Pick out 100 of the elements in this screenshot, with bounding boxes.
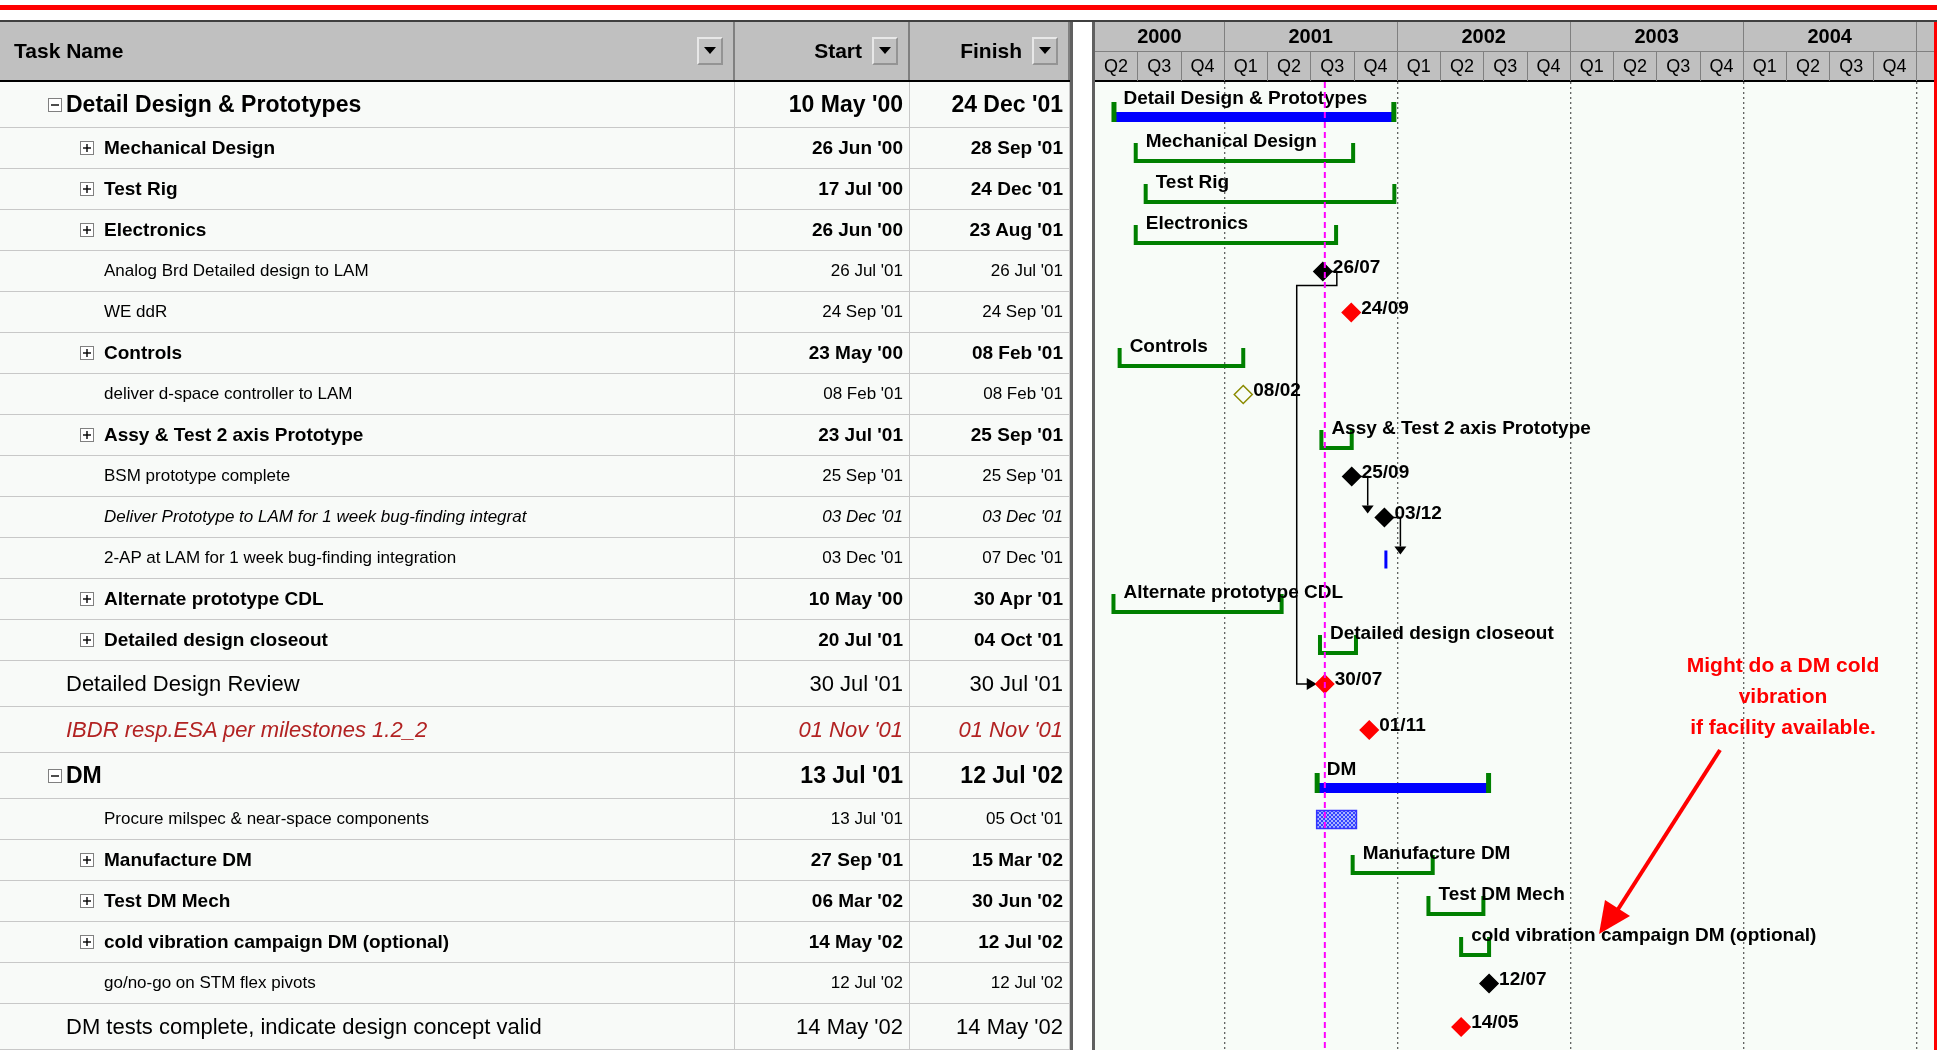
finish-date: 08 Feb '01 <box>983 384 1063 404</box>
finish-date: 23 Aug '01 <box>969 219 1063 241</box>
finish-date: 14 May '02 <box>956 1013 1063 1040</box>
quarter-label: Q1 <box>1406 56 1431 77</box>
expand-icon[interactable] <box>80 935 94 949</box>
task-name: BSM prototype complete <box>104 466 291 486</box>
milestone-label: 25/09 <box>1361 460 1410 482</box>
start-date: 06 Mar '02 <box>811 890 903 912</box>
task-name: Mechanical Design <box>104 137 276 159</box>
caret-icon <box>1039 47 1051 55</box>
year-label: 2002 <box>1461 25 1506 48</box>
task-name: DM <box>66 762 102 789</box>
start-date: 03 Dec '01 <box>822 507 903 527</box>
expand-icon[interactable] <box>80 223 94 237</box>
finish-date: 15 Mar '02 <box>971 849 1063 871</box>
bar-label: Electronics <box>1145 212 1249 233</box>
finish-date: 08 Feb '01 <box>971 342 1063 364</box>
start-date: 24 Sep '01 <box>822 302 903 322</box>
task-name: Detailed design closeout <box>104 629 328 651</box>
task-name: cold vibration campaign DM (optional) <box>104 931 450 953</box>
start-date: 14 May '02 <box>808 931 903 953</box>
quarter-label: Q4 <box>1709 56 1734 77</box>
dropdown-button[interactable] <box>872 37 898 65</box>
finish-date: 24 Dec '01 <box>970 178 1063 200</box>
start-date: 20 Jul '01 <box>818 629 903 651</box>
finish-date: 07 Dec '01 <box>982 548 1063 568</box>
task-name: Electronics <box>104 219 207 241</box>
collapse-icon[interactable] <box>48 97 62 112</box>
task-name: Alternate prototype CDL <box>104 588 324 610</box>
task-name: IBDR resp.ESA per milestones 1.2_2 <box>66 716 428 743</box>
quarter-label: Q2 <box>1450 56 1475 77</box>
expand-icon[interactable] <box>80 141 94 155</box>
expand-icon[interactable] <box>80 592 94 606</box>
start-date: 14 May '02 <box>796 1013 903 1040</box>
start-date: 23 May '00 <box>808 342 903 364</box>
finish-date: 30 Apr '01 <box>973 588 1063 610</box>
start-date: 26 Jul '01 <box>830 261 903 281</box>
task-name: Assy & Test 2 axis Prototype <box>104 424 364 446</box>
bar-label: Detail Design & Prototypes <box>1123 87 1368 108</box>
expand-icon[interactable] <box>80 346 94 360</box>
finish-date: 12 Jul '02 <box>978 931 1063 953</box>
expand-icon[interactable] <box>80 428 94 442</box>
task-name: DM tests complete, indicate design concept valid <box>66 1013 542 1040</box>
collapse-icon[interactable] <box>48 768 62 783</box>
start-date: 23 Jul '01 <box>818 424 903 446</box>
quarter-label: Q4 <box>1363 56 1388 77</box>
finish-date: 04 Oct '01 <box>973 629 1063 651</box>
bar-label: DM <box>1326 758 1357 779</box>
finish-date: 05 Oct '01 <box>986 809 1063 829</box>
start-date: 25 Sep '01 <box>822 466 903 486</box>
year-label: 2003 <box>1634 25 1679 48</box>
task-name: Test DM Mech <box>104 890 231 912</box>
task-name: Manufacture DM <box>104 849 252 871</box>
dropdown-button[interactable] <box>1032 37 1058 65</box>
quarter-label: Q2 <box>1277 56 1302 77</box>
milestone-label: 26/07 <box>1332 255 1381 277</box>
split-bar[interactable] <box>1070 22 1095 1050</box>
start-date: 13 Jul '01 <box>830 809 903 829</box>
caret-icon <box>704 47 716 55</box>
start-date: 13 Jul '01 <box>800 762 903 789</box>
task-name: Controls <box>104 342 183 364</box>
finish-date: 24 Sep '01 <box>982 302 1063 322</box>
quarter-label: Q1 <box>1752 56 1777 77</box>
finish-date: 25 Sep '01 <box>982 466 1063 486</box>
task-name: WE ddR <box>104 302 168 322</box>
expand-icon[interactable] <box>80 182 94 196</box>
quarter-label: Q3 <box>1666 56 1691 77</box>
expand-icon[interactable] <box>80 853 94 867</box>
start-date: 26 Jun '00 <box>811 137 903 159</box>
finish-date: 30 Jun '02 <box>971 890 1063 912</box>
milestone-label: 24/09 <box>1361 296 1409 318</box>
quarter-label: Q1 <box>1233 56 1258 77</box>
finish-date: 12 Jul '02 <box>990 973 1063 993</box>
task-name: go/no-go on STM flex pivots <box>104 973 316 993</box>
start-date: 30 Jul '01 <box>809 670 903 697</box>
milestone-label: 30/07 <box>1334 668 1383 689</box>
bar-label: Test DM Mech <box>1438 883 1565 904</box>
bar-label: Detailed design closeout <box>1330 622 1554 643</box>
quarter-label: Q3 <box>1320 56 1345 77</box>
quarter-label: Q2 <box>1623 56 1648 77</box>
dropdown-button[interactable] <box>697 37 723 65</box>
quarter-label: Q4 <box>1882 56 1907 77</box>
finish-date: 01 Nov '01 <box>958 716 1063 743</box>
finish-date: 28 Sep '01 <box>970 137 1063 159</box>
expand-icon[interactable] <box>80 633 94 647</box>
task-name: Detail Design & Prototypes <box>66 91 362 118</box>
task-name: 2-AP at LAM for 1 week bug-finding integration <box>104 548 457 568</box>
expand-icon[interactable] <box>80 894 94 908</box>
start-date: 03 Dec '01 <box>822 548 903 568</box>
quarter-label: Q3 <box>1839 56 1864 77</box>
column-header: Start <box>814 39 862 63</box>
task-bar <box>1384 550 1388 569</box>
milestone-label: 14/05 <box>1471 1011 1519 1032</box>
bar-label: Test Rig <box>1155 171 1230 192</box>
caret-icon <box>879 47 891 55</box>
bar-label: Mechanical Design <box>1145 130 1317 151</box>
bar-label: Assy & Test 2 axis Prototype <box>1331 417 1591 438</box>
task-name: deliver d-space controller to LAM <box>104 384 353 404</box>
column-header: Task Name <box>14 39 124 63</box>
year-label: 2004 <box>1807 25 1852 48</box>
